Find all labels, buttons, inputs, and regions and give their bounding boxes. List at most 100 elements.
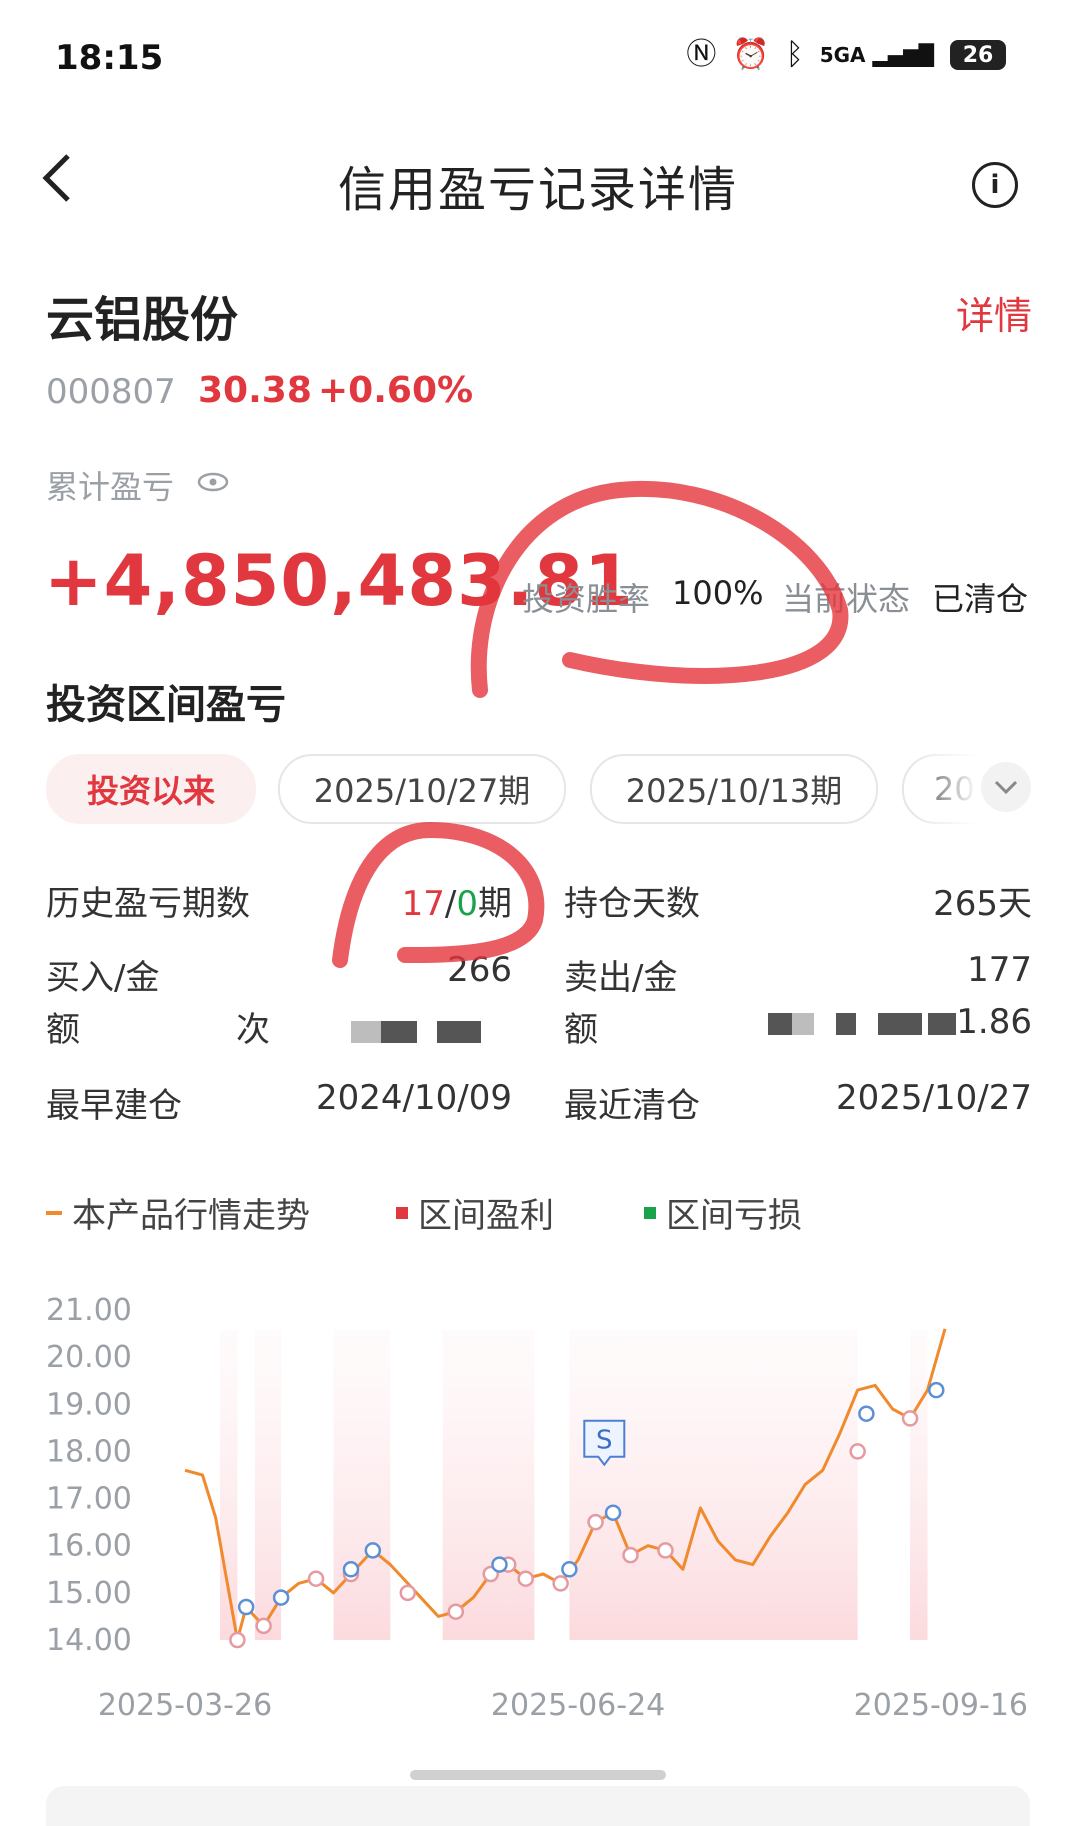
- stock-price: 30.38: [198, 370, 312, 411]
- redacted-block: [792, 1012, 815, 1035]
- legend-loss: 区间亏损: [644, 1188, 802, 1237]
- profit-point[interactable]: [447, 1603, 465, 1620]
- last-clear-label: 最近清仓: [564, 1086, 700, 1126]
- profit-point[interactable]: [901, 1410, 919, 1427]
- page-title: 信用盈亏记录详情: [337, 162, 738, 218]
- periods-value: 17/0期: [300, 876, 512, 925]
- periods-sep: /: [444, 884, 457, 924]
- tab-period-2[interactable]: 2025/10/13期: [590, 754, 878, 824]
- tab-period-1[interactable]: 2025/10/27期: [278, 754, 566, 824]
- hold-point[interactable]: [491, 1556, 508, 1573]
- profit-band: [442, 1330, 535, 1640]
- legend-trend-label: 本产品行情走势: [72, 1196, 310, 1236]
- redacted-block: [768, 1012, 793, 1035]
- profit-band: [333, 1330, 391, 1640]
- y-tick-label: 17.00: [46, 1482, 132, 1517]
- cumulative-label: 累计盈亏: [46, 468, 175, 506]
- profit-point[interactable]: [552, 1575, 569, 1592]
- hold-days-value: 265天: [933, 884, 1032, 924]
- legend-profit-label: 区间盈利: [418, 1196, 554, 1236]
- legend-profit: 区间盈利: [396, 1188, 554, 1237]
- y-tick-label: 21.00: [46, 1293, 132, 1328]
- network-label: 5GA: [819, 43, 866, 67]
- info-button[interactable]: i: [972, 162, 1018, 208]
- legend-trend-swatch: [46, 1210, 62, 1215]
- battery-icon: 26: [950, 40, 1006, 70]
- sell-value-2-text: 1.86: [956, 1002, 1032, 1042]
- redacted-block: [380, 1020, 417, 1043]
- profit-point[interactable]: [399, 1584, 417, 1602]
- sell-value-1: 177: [967, 950, 1032, 990]
- battery-level: 26: [962, 42, 994, 68]
- profit-point[interactable]: [587, 1513, 604, 1531]
- periods-loss: 0: [456, 884, 478, 924]
- profit-bands: [219, 1330, 928, 1640]
- periods-win: 17: [401, 884, 445, 924]
- redacted-block: [436, 1020, 481, 1043]
- profit-point[interactable]: [517, 1570, 534, 1587]
- sell-marker-label: S: [596, 1426, 613, 1456]
- y-tick-label: 18.00: [46, 1434, 132, 1469]
- eye-icon[interactable]: [197, 470, 229, 500]
- profit-band: [569, 1330, 858, 1640]
- hold-days-label: 持仓天数: [564, 884, 700, 924]
- redacted-block: [836, 1012, 857, 1035]
- price-chart[interactable]: 21.00 20.00 19.00 18.00 17.00 16.00 15.00 14.00…: [0, 1250, 1076, 1730]
- bluetooth-icon: ᛒ: [785, 37, 804, 72]
- redacted-block: [928, 1012, 957, 1035]
- profit-point[interactable]: [255, 1617, 272, 1635]
- last-clear-value: 2025/10/27: [836, 1078, 1032, 1118]
- x-tick-label: 2025-03-26: [98, 1688, 272, 1723]
- x-tick-label: 2025-06-24: [491, 1688, 665, 1723]
- buy-value-2: 次: [236, 1002, 512, 1051]
- profit-point[interactable]: [849, 1443, 866, 1460]
- period-tabs: 投资以来 2025/10/27期 2025/10/13期 20: [46, 754, 1031, 824]
- status-value: 已清仓: [932, 580, 1029, 618]
- legend-trend: 本产品行情走势: [46, 1188, 310, 1237]
- sell-label-2: 额: [564, 1010, 598, 1050]
- hold-point[interactable]: [928, 1381, 945, 1399]
- hold-point[interactable]: [858, 1405, 875, 1422]
- tab-since-start[interactable]: 投资以来: [46, 754, 256, 824]
- hold-point[interactable]: [561, 1561, 578, 1578]
- nfc-icon: Ⓝ: [686, 37, 717, 72]
- x-tick-label: 2025-09-16: [854, 1688, 1028, 1723]
- status-time: 18:15: [55, 38, 164, 78]
- y-tick-label: 15.00: [46, 1576, 132, 1611]
- profit-point[interactable]: [657, 1542, 674, 1559]
- stock-code: 000807: [46, 372, 176, 412]
- first-open-label: 最早建仓: [46, 1086, 182, 1126]
- first-open-value: 2024/10/09: [316, 1078, 512, 1118]
- y-tick-label: 20.00: [46, 1340, 132, 1375]
- redacted-block: [878, 1012, 923, 1035]
- hold-point[interactable]: [604, 1504, 622, 1521]
- y-tick-label: 19.00: [46, 1387, 132, 1422]
- hold-point[interactable]: [364, 1542, 382, 1559]
- home-indicator: [410, 1770, 666, 1780]
- profit-point[interactable]: [307, 1570, 325, 1587]
- signal-icon: 5GA ▂▄▆█: [819, 43, 934, 67]
- hold-point[interactable]: [342, 1561, 360, 1578]
- stock-change: +0.60%: [318, 370, 474, 411]
- profit-point[interactable]: [622, 1546, 639, 1564]
- hold-point[interactable]: [272, 1589, 290, 1606]
- expand-tabs-button[interactable]: [981, 762, 1031, 812]
- buy-label-2: 额: [46, 1010, 80, 1050]
- info-icon: i: [990, 170, 1000, 200]
- periods-label: 历史盈亏期数: [46, 884, 250, 924]
- buy-value-1: 266: [447, 950, 512, 990]
- section-title: 投资区间盈亏: [46, 682, 286, 728]
- profit-band: [910, 1330, 928, 1640]
- win-rate-value: 100%: [672, 574, 764, 612]
- sell-label-1: 卖出/金: [564, 958, 678, 998]
- detail-link[interactable]: 详情: [956, 285, 1032, 340]
- sell-value-2: 1.86: [756, 1002, 1032, 1042]
- y-tick-label: 14.00: [46, 1623, 132, 1658]
- redacted-block: [350, 1020, 381, 1043]
- legend-loss-swatch: [644, 1206, 656, 1219]
- hold-point[interactable]: [237, 1598, 255, 1616]
- profit-point[interactable]: [229, 1631, 246, 1649]
- stock-name: 云铝股份: [46, 292, 239, 348]
- alarm-icon: ⏰: [732, 37, 770, 72]
- bottom-card: [46, 1786, 1030, 1826]
